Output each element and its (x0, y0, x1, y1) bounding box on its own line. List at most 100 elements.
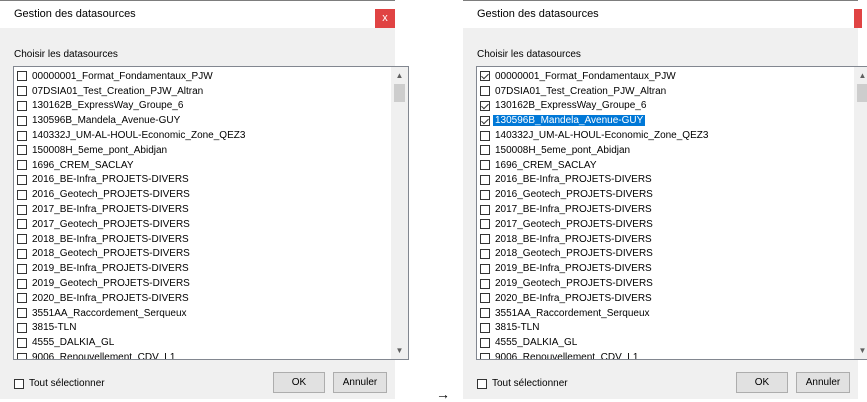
list-item[interactable]: 2019_BE-Infra_PROJETS-DIVERS (17, 261, 390, 276)
cancel-button[interactable]: Annuler (333, 372, 387, 393)
checkbox[interactable] (480, 278, 490, 289)
list-item[interactable]: 2018_BE-Infra_PROJETS-DIVERS (480, 232, 853, 247)
chevron-up-icon[interactable]: ▲ (391, 67, 408, 84)
checkbox[interactable] (17, 322, 27, 333)
checkbox[interactable] (17, 308, 27, 319)
list-item[interactable]: 2017_BE-Infra_PROJETS-DIVERS (17, 202, 390, 217)
checkbox[interactable] (480, 293, 490, 304)
list-item[interactable]: 2020_BE-Infra_PROJETS-DIVERS (480, 291, 853, 306)
list-item[interactable]: 2017_Geotech_PROJETS-DIVERS (480, 217, 853, 232)
checkbox[interactable] (17, 248, 27, 259)
checkbox[interactable] (17, 174, 27, 185)
checkbox[interactable] (17, 293, 27, 304)
list-item[interactable]: 2019_Geotech_PROJETS-DIVERS (480, 276, 853, 291)
list-item[interactable]: 4555_DALKIA_GL (480, 335, 853, 350)
list-item[interactable]: 2019_Geotech_PROJETS-DIVERS (17, 276, 390, 291)
checkbox[interactable] (17, 204, 27, 215)
checkbox[interactable] (17, 234, 27, 245)
list-item[interactable]: 2018_Geotech_PROJETS-DIVERS (480, 247, 853, 262)
list-item[interactable]: 3815-TLN (480, 321, 853, 336)
list-item[interactable]: 3551AA_Raccordement_Serqueux (480, 306, 853, 321)
list-item[interactable]: 2018_Geotech_PROJETS-DIVERS (17, 247, 390, 262)
list-item[interactable]: 1696_CREM_SACLAY (17, 158, 390, 173)
list-item[interactable]: 2017_Geotech_PROJETS-DIVERS (17, 217, 390, 232)
list-item[interactable]: 130162B_ExpressWay_Groupe_6 (17, 99, 390, 114)
list-item[interactable]: 2016_BE-Infra_PROJETS-DIVERS (480, 173, 853, 188)
chevron-down-icon[interactable]: ▼ (391, 342, 408, 359)
ok-button[interactable]: OK (736, 372, 788, 393)
list-item[interactable]: 07DSIA01_Test_Creation_PJW_Altran (480, 84, 853, 99)
checkbox[interactable] (480, 308, 490, 319)
vertical-scrollbar[interactable]: ▲ ▼ (391, 67, 408, 359)
checkbox[interactable] (17, 130, 27, 141)
checkbox[interactable] (480, 160, 490, 171)
chevron-down-icon[interactable]: ▼ (854, 342, 867, 359)
list-item[interactable]: 140332J_UM-AL-HOUL-Economic_Zone_QEZ3 (17, 128, 390, 143)
list-item[interactable]: 3551AA_Raccordement_Serqueux (17, 306, 390, 321)
list-item[interactable]: 140332J_UM-AL-HOUL-Economic_Zone_QEZ3 (480, 128, 853, 143)
checkbox[interactable] (17, 71, 27, 82)
checkbox[interactable] (17, 160, 27, 171)
list-item[interactable]: 2019_BE-Infra_PROJETS-DIVERS (480, 261, 853, 276)
scroll-thumb[interactable] (394, 84, 405, 102)
list-item[interactable]: 150008H_5eme_pont_Abidjan (480, 143, 853, 158)
list-item[interactable]: 130162B_ExpressWay_Groupe_6 (480, 99, 853, 114)
checkbox[interactable] (17, 86, 27, 97)
list-item[interactable]: 2020_BE-Infra_PROJETS-DIVERS (17, 291, 390, 306)
list-item[interactable]: 4555_DALKIA_GL (17, 335, 390, 350)
list-item[interactable]: 150008H_5eme_pont_Abidjan (17, 143, 390, 158)
list-item[interactable]: 3815-TLN (17, 321, 390, 336)
list-item[interactable]: 130596B_Mandela_Avenue-GUY (480, 113, 853, 128)
checkbox[interactable] (480, 86, 490, 97)
scroll-thumb[interactable] (857, 84, 867, 102)
list-item[interactable]: 2017_BE-Infra_PROJETS-DIVERS (480, 202, 853, 217)
list-item[interactable]: 2018_BE-Infra_PROJETS-DIVERS (17, 232, 390, 247)
close-icon[interactable]: x (375, 9, 395, 28)
checkbox[interactable] (480, 115, 490, 126)
list-item[interactable]: 2016_BE-Infra_PROJETS-DIVERS (17, 173, 390, 188)
checkbox[interactable] (480, 130, 490, 141)
close-icon[interactable] (854, 9, 862, 28)
ok-button[interactable]: OK (273, 372, 325, 393)
checkbox[interactable] (480, 248, 490, 259)
checkbox[interactable] (480, 337, 490, 348)
checkbox[interactable] (17, 100, 27, 111)
select-all-checkbox[interactable]: Tout sélectionner (477, 378, 568, 389)
checkbox[interactable] (14, 378, 24, 389)
checkbox[interactable] (480, 234, 490, 245)
list-item[interactable]: 9006_Renouvellement_CDV_L1 (480, 350, 853, 359)
datasource-list[interactable]: 00000001_Format_Fondamentaux_PJW 07DSIA01… (13, 66, 409, 360)
checkbox[interactable] (17, 337, 27, 348)
checkbox[interactable] (17, 115, 27, 126)
checkbox[interactable] (17, 189, 27, 200)
chevron-up-icon[interactable]: ▲ (854, 67, 867, 84)
checkbox[interactable] (480, 71, 490, 82)
checkbox[interactable] (480, 174, 490, 185)
checkbox[interactable] (480, 219, 490, 230)
checkbox[interactable] (477, 378, 487, 389)
checkbox[interactable] (17, 145, 27, 156)
checkbox[interactable] (17, 263, 27, 274)
checkbox[interactable] (480, 145, 490, 156)
list-item[interactable]: 00000001_Format_Fondamentaux_PJW (17, 69, 390, 84)
list-item[interactable]: 9006_Renouvellement_CDV_L1 (17, 350, 390, 359)
list-item[interactable]: 07DSIA01_Test_Creation_PJW_Altran (17, 84, 390, 99)
vertical-scrollbar[interactable]: ▲ ▼ (854, 67, 867, 359)
checkbox[interactable] (480, 100, 490, 111)
checkbox[interactable] (480, 189, 490, 200)
list-item[interactable]: 00000001_Format_Fondamentaux_PJW (480, 69, 853, 84)
checkbox[interactable] (480, 352, 490, 359)
checkbox[interactable] (17, 219, 27, 230)
select-all-checkbox[interactable]: Tout sélectionner (14, 378, 105, 389)
checkbox[interactable] (17, 352, 27, 359)
checkbox[interactable] (480, 204, 490, 215)
list-item[interactable]: 2016_Geotech_PROJETS-DIVERS (17, 187, 390, 202)
datasource-list[interactable]: 00000001_Format_Fondamentaux_PJW 07DSIA01… (476, 66, 867, 360)
list-item[interactable]: 130596B_Mandela_Avenue-GUY (17, 113, 390, 128)
list-item[interactable]: 2016_Geotech_PROJETS-DIVERS (480, 187, 853, 202)
checkbox[interactable] (480, 322, 490, 333)
list-item[interactable]: 1696_CREM_SACLAY (480, 158, 853, 173)
checkbox[interactable] (480, 263, 490, 274)
checkbox[interactable] (17, 278, 27, 289)
cancel-button[interactable]: Annuler (796, 372, 850, 393)
